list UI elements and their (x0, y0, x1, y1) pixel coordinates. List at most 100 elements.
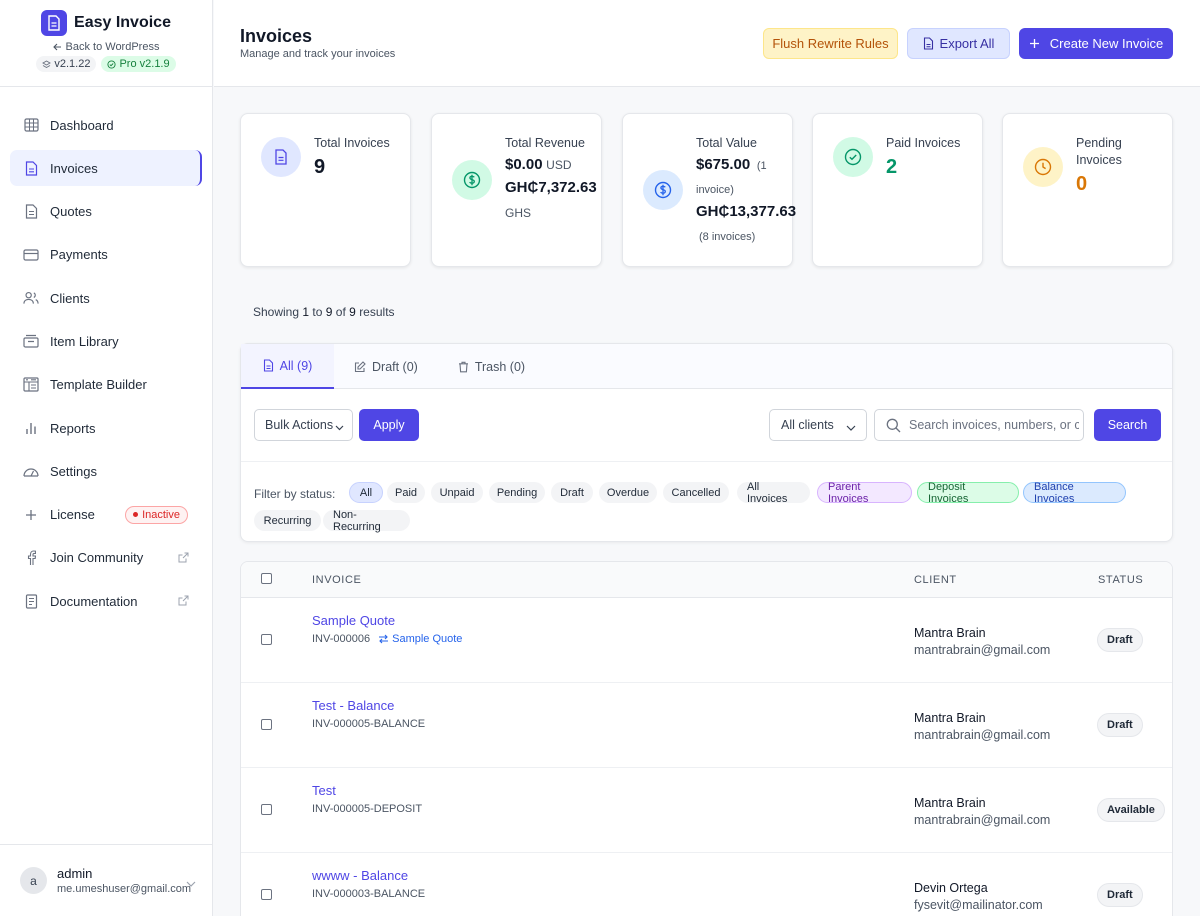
filter-chip-cancelled[interactable]: Cancelled (663, 482, 729, 503)
filter-chip-draft[interactable]: Draft (551, 482, 593, 503)
sidebar-item-template-builder[interactable]: Template Builder (10, 367, 202, 403)
filter-chip-paid[interactable]: Paid (387, 482, 425, 503)
sidebar-item-payments[interactable]: Payments (10, 237, 202, 273)
dollar-circle-icon (643, 170, 683, 210)
flush-rewrite-rules-button[interactable]: Flush Rewrite Rules (763, 28, 898, 59)
revenue-usd-unit: USD (546, 158, 572, 172)
create-new-invoice-button[interactable]: Create New Invoice (1019, 28, 1173, 59)
invoice-number: INV-000006 (312, 633, 371, 645)
apply-button[interactable]: Apply (359, 409, 419, 441)
row-checkbox[interactable] (261, 719, 272, 730)
clients-filter-select[interactable]: All clients (769, 409, 867, 441)
brand-block: Easy Invoice Back to WordPress v2.1.22 P… (0, 0, 212, 87)
sidebar-item-documentation[interactable]: Documentation (10, 583, 202, 619)
library-icon (23, 333, 39, 349)
sidebar-item-dashboard[interactable]: Dashboard (10, 107, 202, 143)
stat-card-paid-invoices: Paid Invoices 2 (812, 113, 983, 267)
check-circle-icon (833, 137, 873, 177)
user-menu[interactable]: a admin me.umeshuser@gmail.com (0, 844, 212, 916)
sidebar-item-reports[interactable]: Reports (10, 410, 202, 446)
invoice-title-link[interactable]: wwww - Balance (312, 868, 408, 883)
results-suffix: results (359, 305, 395, 319)
invoice-icon (23, 160, 39, 176)
column-header-client[interactable]: CLIENT (914, 574, 957, 586)
status-badge: Draft (1097, 628, 1143, 652)
chevron-down-icon (846, 420, 856, 434)
filter-chip-unpaid[interactable]: Unpaid (431, 482, 483, 503)
invoice-title-link[interactable]: Test (312, 783, 336, 798)
filter-chip-pending[interactable]: Pending (489, 482, 545, 503)
search-input[interactable] (909, 418, 1079, 432)
results-summary: Showing 1 to 9 of 9 results (253, 305, 395, 319)
tab-label: Trash (0) (474, 359, 526, 374)
search-icon (886, 418, 901, 436)
bulk-actions-select[interactable]: Bulk Actions (254, 409, 353, 441)
filter-chip-deposit-invoices[interactable]: Deposit Invoices (917, 481, 1019, 505)
sidebar-item-item-library[interactable]: Item Library (10, 323, 202, 359)
stat-card-total-revenue: Total Revenue $0.00 USD GH₵7,372.63 GHS (431, 113, 602, 267)
document-icon (23, 593, 39, 609)
column-header-invoice[interactable]: INVOICE (312, 574, 361, 586)
stat-value: 2 (886, 156, 898, 178)
linked-quote-link[interactable]: Sample Quote (378, 633, 462, 645)
tab-all[interactable]: All (9) (241, 344, 334, 389)
row-checkbox[interactable] (261, 634, 272, 645)
stat-card-pending-invoices: Pending Invoices 0 (1002, 113, 1173, 267)
linked-quote-label: Sample Quote (392, 633, 463, 645)
sidebar-item-invoices[interactable]: Invoices (10, 150, 202, 187)
back-to-wordpress-link[interactable]: Back to WordPress (52, 41, 159, 53)
user-name: admin (57, 866, 93, 881)
filter-chip-all[interactable]: All (349, 482, 383, 503)
export-all-button[interactable]: Export All (907, 28, 1010, 59)
sidebar-item-label: Payments (50, 247, 108, 263)
stat-label-cont: Invoices (1076, 153, 1122, 167)
invoice-title-link[interactable]: Sample Quote (312, 613, 395, 628)
select-all-checkbox[interactable] (261, 573, 272, 584)
tab-trash[interactable]: Trash (0) (438, 344, 545, 389)
filter-chip-balance-invoices[interactable]: Balance Invoices (1023, 481, 1126, 505)
sidebar-item-clients[interactable]: Clients (10, 280, 202, 316)
column-header-status[interactable]: STATUS (1098, 574, 1143, 586)
row-checkbox[interactable] (261, 889, 272, 900)
stat-value: 0 (1076, 173, 1088, 195)
chevron-down-icon (335, 420, 344, 434)
version-badge: v2.1.22 (36, 56, 97, 72)
bulk-actions-label: Bulk Actions (265, 418, 334, 432)
revenue-ghs-value: GH₵7,372.63 (505, 179, 597, 196)
value-usd-note: (1 (756, 160, 767, 172)
search-field[interactable] (874, 409, 1084, 441)
filter-chip-recurring[interactable]: Recurring (254, 510, 321, 531)
tab-label: Draft (0) (372, 359, 418, 374)
invoice-title-link[interactable]: Test - Balance (312, 698, 394, 713)
pro-version-label: Pro v2.1.9 (119, 58, 170, 70)
chevron-down-icon[interactable] (186, 875, 196, 890)
version-label: v2.1.22 (54, 58, 91, 70)
settings-icon (23, 463, 39, 479)
page-title: Invoices (240, 26, 313, 46)
sidebar-item-license[interactable]: License Inactive (10, 497, 202, 533)
sidebar-item-label: Quotes (50, 204, 92, 220)
sidebar-item-quotes[interactable]: Quotes (10, 194, 202, 230)
filter-chip-all-invoices[interactable]: All Invoices (737, 481, 810, 505)
tab-draft[interactable]: Draft (0) (334, 344, 438, 389)
bar-chart-icon (23, 420, 39, 436)
filter-chip-non-recurring[interactable]: Non-Recurring (323, 509, 410, 533)
facebook-icon (23, 550, 39, 566)
results-of-word: of (335, 305, 346, 319)
stat-card-total-invoices: Total Invoices 9 (240, 113, 411, 267)
filter-chip-parent-invoices[interactable]: Parent Invoices (817, 481, 912, 505)
table-row: wwww - Balance INV-000003-BALANCE Devin … (241, 853, 1172, 916)
row-checkbox[interactable] (261, 804, 272, 815)
stat-label: Paid Invoices (886, 136, 961, 150)
export-all-label: Export All (939, 36, 995, 51)
plus-icon (23, 507, 39, 523)
edit-icon (354, 360, 366, 372)
status-tabs: All (9) Draft (0) Trash (0) (241, 344, 1172, 389)
invoice-logo-icon (41, 10, 68, 36)
sidebar-item-settings[interactable]: Settings (10, 453, 202, 489)
search-button[interactable]: Search (1094, 409, 1161, 441)
sidebar-item-join-community[interactable]: Join Community (10, 540, 202, 576)
filter-chip-overdue[interactable]: Overdue (599, 482, 657, 503)
file-export-icon (923, 37, 933, 50)
filter-label: Filter by status: (254, 487, 336, 501)
